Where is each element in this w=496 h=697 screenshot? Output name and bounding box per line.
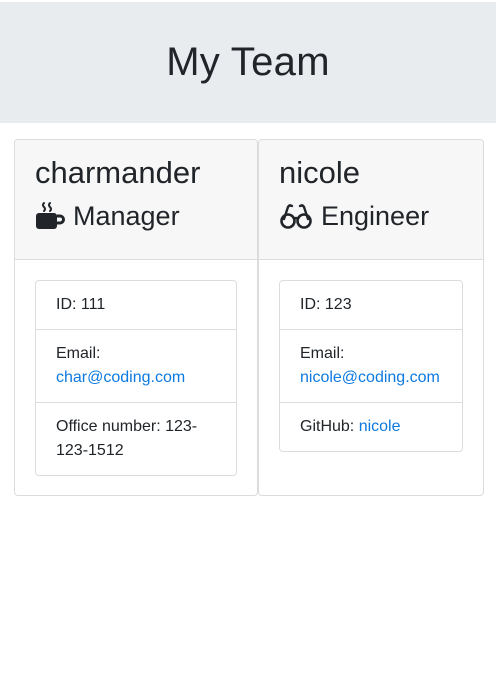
page-title: My Team — [166, 40, 330, 84]
github-link[interactable]: nicole — [359, 418, 401, 435]
email-label: Email: — [56, 345, 101, 362]
github-item: GitHub: nicole — [280, 403, 462, 451]
id-item: ID: 111 — [36, 281, 236, 330]
employee-name: charmander — [35, 155, 201, 190]
card-body: ID: 123 Email: nicole@coding.com GitHub:… — [259, 260, 483, 452]
employee-name: nicole — [279, 155, 360, 190]
email-item: Email: char@coding.com — [36, 330, 236, 403]
employee-role: Engineer — [279, 200, 463, 232]
page-header: My Team — [0, 2, 496, 123]
email-link[interactable]: nicole@coding.com — [300, 369, 440, 386]
card-body: ID: 111 Email: char@coding.com Office nu… — [15, 260, 257, 476]
glasses-icon — [280, 204, 312, 229]
id-item: ID: 123 — [280, 281, 462, 330]
card-header: nicole Engineer — [259, 140, 483, 260]
info-list: ID: 111 Email: char@coding.com Office nu… — [35, 280, 237, 476]
email-label: Email: — [300, 345, 345, 362]
office-number-item: Office number: 123-123-1512 — [56, 418, 198, 459]
github-label: GitHub: — [300, 418, 359, 435]
coffee-mug-icon — [36, 202, 65, 229]
role-label: Engineer — [321, 201, 430, 231]
employee-card-manager: charmander Manager ID: 111 Email: char@c… — [14, 139, 258, 496]
employee-role: Manager — [35, 200, 237, 232]
info-list: ID: 123 Email: nicole@coding.com GitHub:… — [279, 280, 463, 452]
card-header: charmander Manager — [15, 140, 257, 260]
email-item: Email: nicole@coding.com — [280, 330, 462, 403]
role-label: Manager — [73, 201, 180, 231]
email-link[interactable]: char@coding.com — [56, 369, 185, 386]
employee-card-engineer: nicole Engineer ID: 123 Email: nicole@co… — [258, 139, 484, 496]
